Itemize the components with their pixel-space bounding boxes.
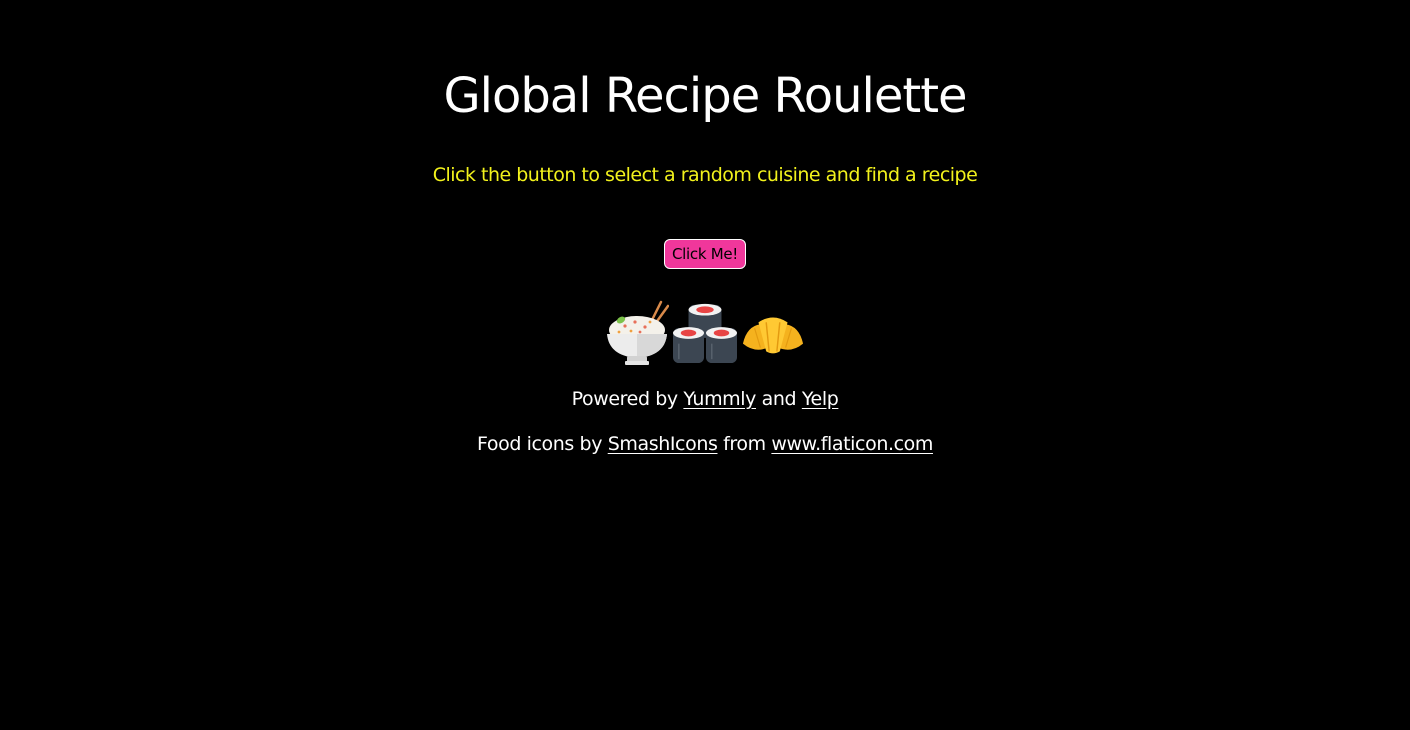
from-label: from bbox=[717, 433, 772, 455]
icon-credits-label: Food icons by bbox=[477, 433, 608, 455]
food-icons bbox=[0, 296, 1410, 366]
icon-credits-line: Food icons by SmashIcons from www.flatic… bbox=[0, 431, 1410, 457]
smashicons-link[interactable]: SmashIcons bbox=[608, 433, 718, 455]
yummly-link[interactable]: Yummly bbox=[683, 388, 756, 410]
page: Global Recipe Roulette Click the button … bbox=[0, 0, 1410, 730]
page-subtitle: Click the button to select a random cuis… bbox=[432, 164, 978, 186]
powered-by-line: Powered by Yummly and Yelp bbox=[0, 386, 1410, 412]
rice-bowl-icon bbox=[607, 300, 669, 365]
flaticon-link[interactable]: www.flaticon.com bbox=[771, 433, 933, 455]
powered-by-label: Powered by bbox=[571, 388, 684, 410]
click-me-button[interactable]: Click Me! bbox=[664, 239, 746, 269]
button-container: Click Me! bbox=[0, 239, 1410, 269]
yelp-link[interactable]: Yelp bbox=[802, 388, 839, 410]
and-label: and bbox=[756, 388, 802, 410]
sushi-icon bbox=[673, 303, 737, 364]
page-title: Global Recipe Roulette bbox=[443, 68, 967, 124]
croissant-icon bbox=[742, 317, 804, 354]
